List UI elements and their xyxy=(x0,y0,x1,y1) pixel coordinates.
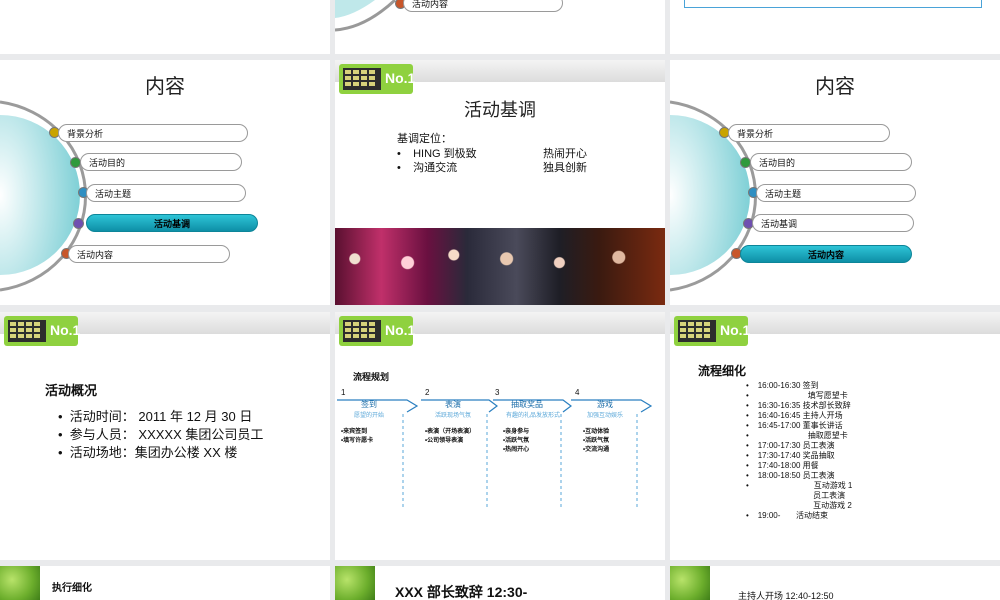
step-sub: 愿望的开始 xyxy=(353,413,384,419)
menu-item-4-active[interactable]: 活动基调 xyxy=(86,214,258,232)
slide-thumb-top-middle[interactable]: 活动内容 xyxy=(335,0,665,54)
no1-logo-text: No.1 xyxy=(50,322,81,338)
overview-item-1: • 活动时间： 2011 年 12 月 30 日 xyxy=(58,409,253,424)
section-title: XXX 部长致辞 12:30- xyxy=(395,584,528,600)
tone-label: 基调定位： xyxy=(397,133,452,145)
slide-host-opening[interactable]: 主持人开场 12:40-12:50 xyxy=(670,566,1000,600)
grass-image xyxy=(670,566,710,600)
step-bullets: •亲身参与 •活跃气氛 •热闹开心 xyxy=(503,429,530,453)
menu-item-4[interactable]: 活动基调 xyxy=(752,214,914,232)
menu-dot-4 xyxy=(73,218,84,229)
flow-step-4: 4 游戏 加强互动娱乐 •互动体验 •活跃气氛 •交流沟通 xyxy=(575,388,647,455)
detail-row: • 16:00-16:30 签到 xyxy=(746,381,819,390)
menu-item-3[interactable]: 活动主题 xyxy=(756,184,916,202)
slide-thumb-top-left[interactable] xyxy=(0,0,330,54)
page-title: 活动基调 xyxy=(464,100,536,120)
detail-row: • 19:00- 活动结束 xyxy=(746,511,828,520)
step-bullets: •表演（开场表演） •公司领导表演 xyxy=(425,429,476,444)
tone-row-2: • 沟通交流 独具创新 xyxy=(397,159,637,175)
no1-logo-text: No.1 xyxy=(720,322,751,338)
detail-row: 互动游戏 2 xyxy=(813,501,852,510)
detail-row: • 互动游戏 1 xyxy=(746,481,853,490)
slide-contents-1[interactable]: 内容 背景分析 活动目的 活动主题 活动基调 活动内容 xyxy=(0,60,330,305)
slide-flow-plan[interactable]: No.1 流程规划 1 签到 愿望的开始 •来宾签到 •填写许愿卡 2 表演 活… xyxy=(335,312,665,560)
detail-row: • 抽取愿望卡 xyxy=(746,431,848,440)
detail-row: • 17:30-17:40 奖品抽取 xyxy=(746,451,835,460)
slide-flow-detail[interactable]: No.1 流程细化 • 16:00-16:30 签到 • 填写愿望卡 • 16:… xyxy=(670,312,1000,560)
detail-row: • 18:00-18:50 员工表演 xyxy=(746,471,835,480)
section-title: 主持人开场 12:40-12:50 xyxy=(738,591,834,600)
tone-right-2: 独具创新 xyxy=(543,162,587,174)
slide-contents-2[interactable]: 内容 背景分析 活动目的 活动主题 活动基调 活动内容 xyxy=(670,60,1000,305)
detail-row: • 16:40-16:45 主持人开场 xyxy=(746,411,843,420)
menu-item-3[interactable]: 活动主题 xyxy=(86,184,246,202)
step-name: 签到 xyxy=(361,400,377,409)
grass-image xyxy=(0,566,40,600)
step-sub: 活跃现场气氛 xyxy=(434,413,471,419)
slide-execution-detail[interactable]: 执行细化 xyxy=(0,566,330,600)
detail-row: • 16:45-17:00 董事长讲话 xyxy=(746,421,843,430)
slide-activity-overview[interactable]: No.1 活动概况 • 活动时间： 2011 年 12 月 30 日 • 参与人… xyxy=(0,312,330,560)
section-title: 活动概况 xyxy=(45,383,98,398)
section-title: 流程规划 xyxy=(353,372,390,382)
arc-graphic xyxy=(670,100,757,292)
slide-minister-speech[interactable]: XXX 部长致辞 12:30- xyxy=(335,566,665,600)
menu-item-1[interactable]: 背景分析 xyxy=(58,124,248,142)
step-bullets: •互动体验 •活跃气氛 •交流沟通 xyxy=(583,429,610,453)
flow-step-2: 2 表演 活跃现场气氛 •表演（开场表演） •公司领导表演 xyxy=(425,388,495,446)
overview-item-2: • 参与人员： XXXXX 集团公司员工 xyxy=(58,427,264,442)
detail-row: • 16:30-16:35 技术部长致辞 xyxy=(746,401,851,410)
menu-item-5-active[interactable]: 活动内容 xyxy=(740,245,912,263)
arc-graphic xyxy=(0,100,87,292)
step-number: 3 xyxy=(495,388,500,397)
step-name: 游戏 xyxy=(597,400,613,409)
slide-activity-tone[interactable]: No.1 活动基调 基调定位： • HING 到极致 热闹开心 • 沟通交流 独… xyxy=(335,60,665,305)
step-name: 抽取奖品 xyxy=(511,400,543,409)
menu-item-activity-content: 活动内容 xyxy=(403,0,563,12)
menu-item-5[interactable]: 活动内容 xyxy=(68,245,230,263)
flow-step-3: 3 抽取奖品 有趣的礼品发放形式 •亲身参与 •活跃气氛 •热闹开心 xyxy=(495,388,571,455)
no1-logo-text: No.1 xyxy=(385,70,416,86)
grass-image xyxy=(335,566,375,600)
step-name: 表演 xyxy=(445,400,461,409)
step-bullets: •来宾签到 •填写许愿卡 xyxy=(341,429,374,444)
section-title: 流程细化 xyxy=(698,364,747,378)
detail-row: • 17:40-18:00 用餐 xyxy=(746,461,819,470)
step-sub: 加强互动娱乐 xyxy=(586,413,623,419)
step-number: 1 xyxy=(341,388,346,397)
detail-row: 员工表演 xyxy=(813,491,846,500)
step-sub: 有趣的礼品发放形式 xyxy=(505,413,560,419)
no1-logo-text: No.1 xyxy=(385,322,416,338)
slide-thumb-top-right[interactable] xyxy=(670,0,1000,54)
menu-item-2[interactable]: 活动目的 xyxy=(80,153,242,171)
dashed-box xyxy=(684,0,982,8)
detail-row: • 填写愿望卡 xyxy=(746,391,848,400)
detail-row: • 17:00-17:30 员工表演 xyxy=(746,441,835,450)
menu-item-1[interactable]: 背景分析 xyxy=(728,124,890,142)
flow-step-1: 1 签到 愿望的开始 •来宾签到 •填写许愿卡 xyxy=(341,388,421,446)
section-title: 执行细化 xyxy=(52,583,92,594)
menu-item-2[interactable]: 活动目的 xyxy=(750,153,912,171)
step-number: 2 xyxy=(425,388,430,397)
overview-item-3: • 活动场地：集团办公楼 XX 楼 xyxy=(58,445,238,460)
tone-left-2: 沟通交流 xyxy=(413,162,458,174)
overview-list: • 活动时间： 2011 年 12 月 30 日 • 参与人员： XXXXX 集… xyxy=(58,408,263,462)
party-photo xyxy=(335,228,665,305)
step-number: 4 xyxy=(575,388,580,397)
detail-list: • 16:00-16:30 签到 • 填写愿望卡 • 16:30-16:35 技… xyxy=(746,381,852,521)
